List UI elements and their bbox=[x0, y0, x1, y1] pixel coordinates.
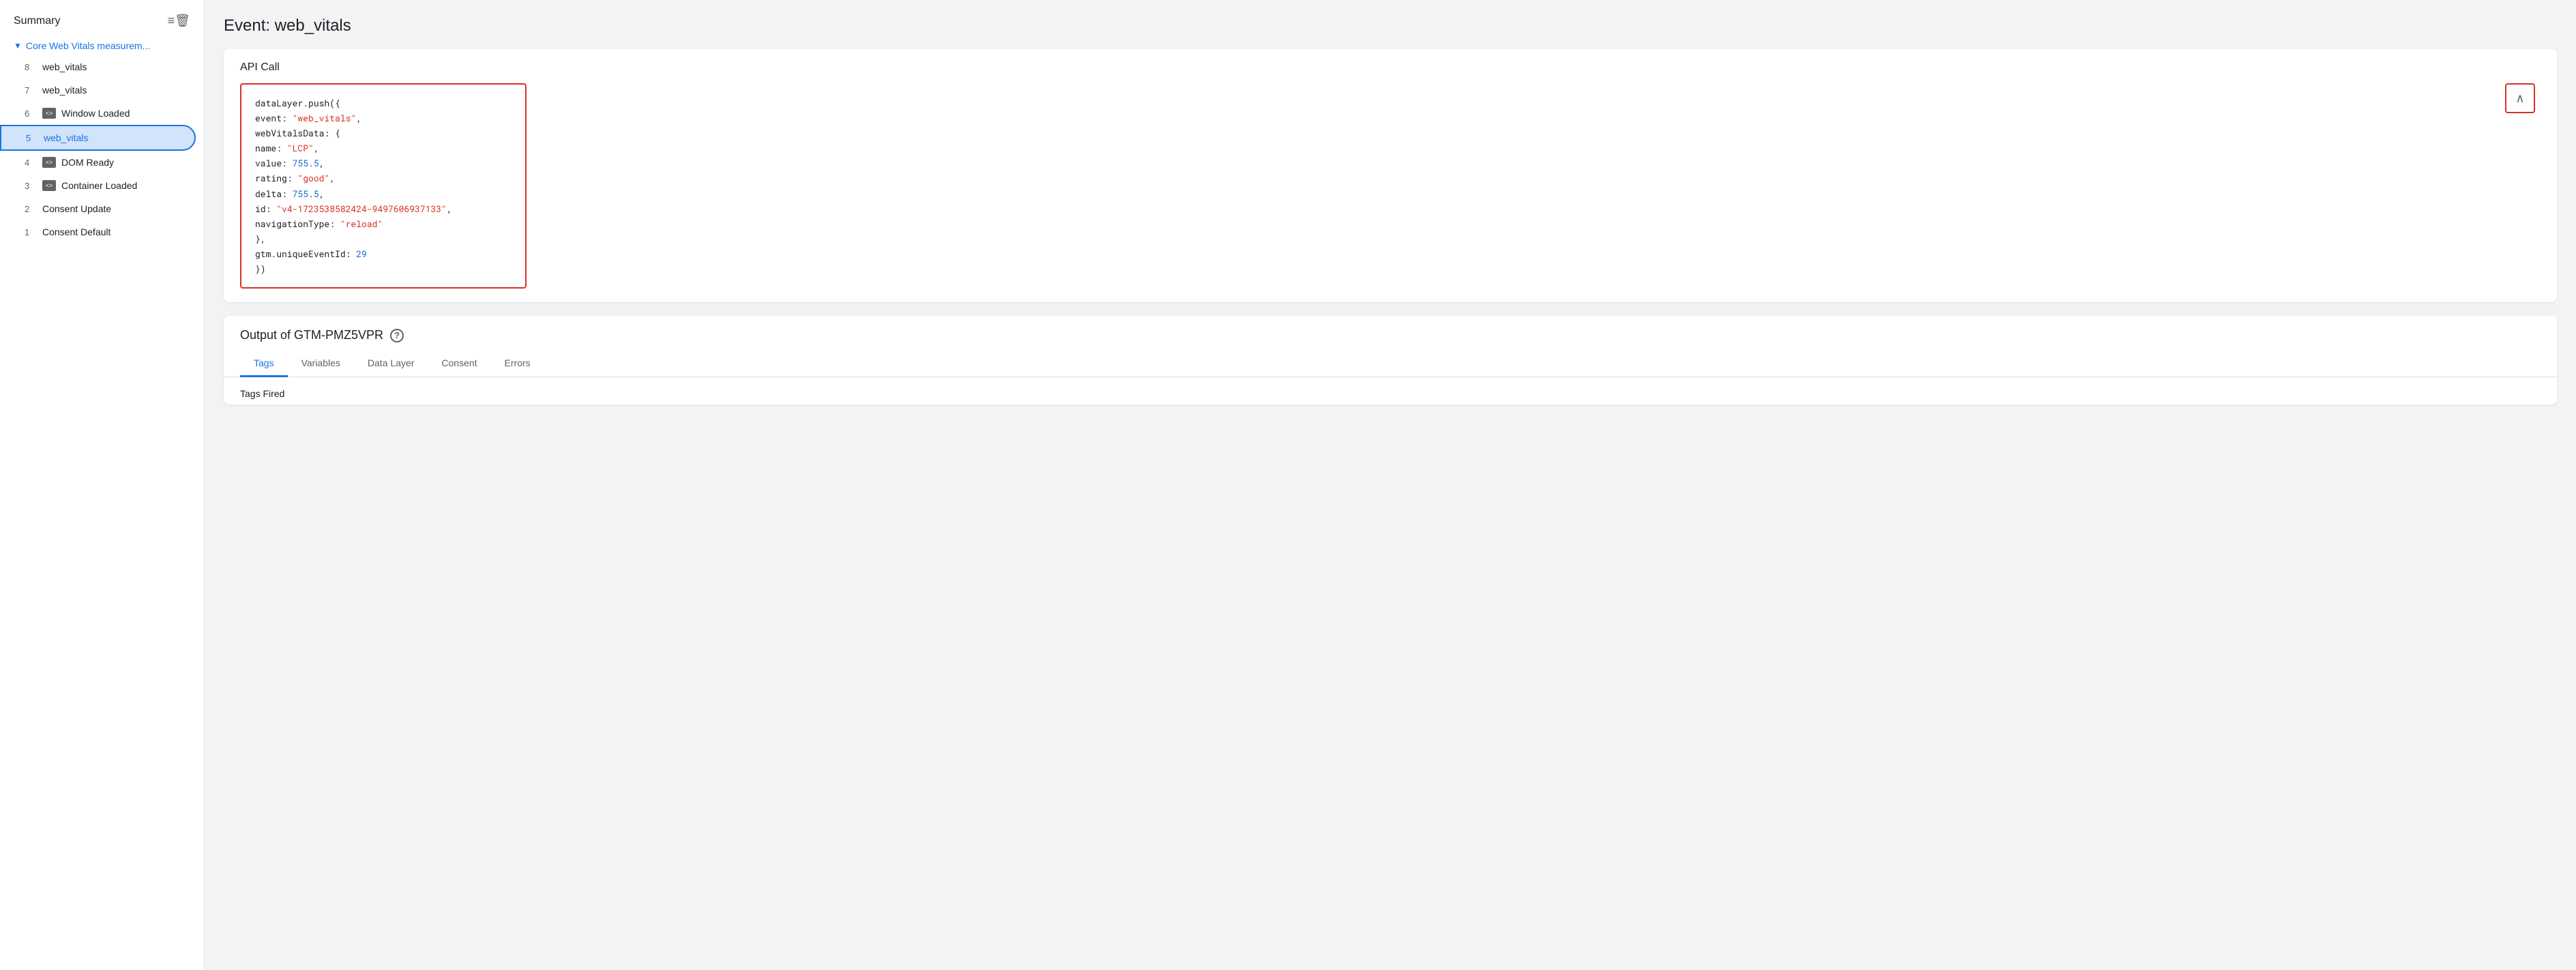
chevron-down-icon: ▼ bbox=[14, 41, 22, 50]
item-number: 3 bbox=[25, 181, 37, 191]
code-line: event: "web_vitals", bbox=[255, 111, 512, 126]
code-number-value: 755.5 bbox=[293, 157, 319, 169]
code-line: }, bbox=[255, 231, 512, 246]
api-call-title: API Call bbox=[224, 49, 2557, 83]
tags-fired-label: Tags Fired bbox=[224, 377, 2557, 405]
sidebar-items-list: 8web_vitals7web_vitals6<>Window Loaded5w… bbox=[0, 55, 204, 244]
main-content: Event: web_vitals API Call dataLayer.pus… bbox=[205, 0, 2576, 970]
item-label: web_vitals bbox=[42, 85, 87, 95]
code-punctuation: , bbox=[329, 172, 335, 184]
item-label: Container Loaded bbox=[61, 180, 137, 191]
code-punctuation: , bbox=[319, 157, 325, 169]
sidebar-item-container-loaded-3[interactable]: 3 <> Container Loaded bbox=[0, 174, 196, 197]
sidebar-item-window-loaded-6[interactable]: 6 <> Window Loaded bbox=[0, 102, 196, 125]
item-label: Consent Default bbox=[42, 226, 110, 237]
tabs-bar: TagsVariablesData LayerConsentErrors bbox=[224, 351, 2557, 377]
item-label: Window Loaded bbox=[61, 108, 130, 119]
code-line: rating: "good", bbox=[255, 171, 512, 186]
code-icon: <> bbox=[42, 108, 56, 119]
chevron-up-icon: ∧ bbox=[2515, 91, 2524, 106]
sidebar-title: Summary bbox=[14, 15, 60, 27]
code-line: id: "v4-1723538582424-9497606937133", bbox=[255, 201, 512, 216]
code-icon: <> bbox=[42, 157, 56, 168]
sidebar: Summary ≡🗑 ▼ Core Web Vitals measurem...… bbox=[0, 0, 205, 970]
code-plain-text: delta: bbox=[255, 188, 293, 200]
tab-errors[interactable]: Errors bbox=[491, 351, 544, 377]
code-string-value: "v4-1723538582424-9497606937133" bbox=[276, 203, 447, 215]
code-plain-text: value: bbox=[255, 157, 293, 169]
output-card-title: Output of GTM-PMZ5VPR ? bbox=[224, 316, 2557, 342]
tab-tags[interactable]: Tags bbox=[240, 351, 288, 377]
sidebar-item-web-vitals-5[interactable]: 5 web_vitals bbox=[0, 125, 196, 151]
sidebar-section-core-web-vitals[interactable]: ▼ Core Web Vitals measurem... bbox=[0, 36, 204, 55]
code-plain-text: gtm.uniqueEventId: bbox=[255, 248, 356, 260]
item-number: 1 bbox=[25, 227, 37, 237]
output-card: Output of GTM-PMZ5VPR ? TagsVariablesDat… bbox=[224, 316, 2557, 405]
code-plain-text: name: bbox=[255, 142, 287, 154]
expand-button-container: ∧ bbox=[2500, 83, 2541, 113]
sidebar-item-consent-default-1[interactable]: 1 Consent Default bbox=[0, 220, 196, 244]
expand-button[interactable]: ∧ bbox=[2505, 83, 2535, 113]
code-plain-text: }) bbox=[255, 263, 266, 275]
sidebar-item-web-vitals-8[interactable]: 8 web_vitals bbox=[0, 55, 196, 78]
code-punctuation: , bbox=[319, 188, 325, 200]
code-plain-text: dataLayer.push({ bbox=[255, 97, 340, 109]
code-line: value: 755.5, bbox=[255, 156, 512, 171]
item-number: 5 bbox=[26, 133, 38, 143]
tab-variables[interactable]: Variables bbox=[288, 351, 354, 377]
code-punctuation: , bbox=[447, 203, 452, 215]
sidebar-item-dom-ready-4[interactable]: 4 <> DOM Ready bbox=[0, 151, 196, 174]
item-label: Consent Update bbox=[42, 203, 111, 214]
code-line: dataLayer.push({ bbox=[255, 95, 512, 111]
sidebar-item-consent-update-2[interactable]: 2 Consent Update bbox=[0, 197, 196, 220]
code-plain-text: id: bbox=[255, 203, 276, 215]
code-plain-text: }, bbox=[255, 233, 266, 245]
api-call-card: API Call dataLayer.push({ event: "web_vi… bbox=[224, 49, 2557, 302]
code-line: webVitalsData: { bbox=[255, 126, 512, 141]
item-number: 4 bbox=[25, 158, 37, 168]
code-string-value: "LCP" bbox=[287, 142, 314, 154]
item-label: web_vitals bbox=[44, 132, 88, 143]
code-line: delta: 755.5, bbox=[255, 186, 512, 201]
page-title: Event: web_vitals bbox=[224, 16, 2557, 35]
code-line: navigationType: "reload" bbox=[255, 216, 512, 231]
code-string-value: "reload" bbox=[340, 218, 383, 230]
code-number-value: 29 bbox=[356, 248, 367, 260]
code-plain-text: event: bbox=[255, 112, 293, 124]
item-number: 6 bbox=[25, 108, 37, 119]
item-label: DOM Ready bbox=[61, 157, 114, 168]
sidebar-item-web-vitals-7[interactable]: 7 web_vitals bbox=[0, 78, 196, 102]
code-plain-text: webVitalsData: { bbox=[255, 127, 340, 139]
filter-icon[interactable]: ≡🗑 bbox=[168, 14, 190, 28]
code-string-value: "good" bbox=[297, 172, 329, 184]
code-block: dataLayer.push({ event: "web_vitals", we… bbox=[240, 83, 527, 289]
output-title-text: Output of GTM-PMZ5VPR bbox=[240, 328, 383, 342]
code-line: }) bbox=[255, 261, 512, 276]
code-line: name: "LCP", bbox=[255, 141, 512, 156]
sidebar-header: Summary ≡🗑 bbox=[0, 8, 204, 36]
code-plain-text: rating: bbox=[255, 172, 297, 184]
code-number-value: 755.5 bbox=[293, 188, 319, 200]
code-punctuation: , bbox=[314, 142, 319, 154]
code-string-value: "web_vitals" bbox=[293, 112, 357, 124]
code-plain-text: navigationType: bbox=[255, 218, 340, 230]
code-punctuation: , bbox=[356, 112, 361, 124]
api-call-container: dataLayer.push({ event: "web_vitals", we… bbox=[224, 83, 2557, 302]
code-icon: <> bbox=[42, 180, 56, 191]
item-number: 2 bbox=[25, 204, 37, 214]
help-icon[interactable]: ? bbox=[390, 329, 404, 342]
item-label: web_vitals bbox=[42, 61, 87, 72]
item-number: 8 bbox=[25, 62, 37, 72]
item-number: 7 bbox=[25, 85, 37, 95]
tab-consent[interactable]: Consent bbox=[428, 351, 490, 377]
sidebar-section-label: Core Web Vitals measurem... bbox=[26, 40, 150, 51]
code-line: gtm.uniqueEventId: 29 bbox=[255, 246, 512, 261]
tab-data-layer[interactable]: Data Layer bbox=[354, 351, 428, 377]
